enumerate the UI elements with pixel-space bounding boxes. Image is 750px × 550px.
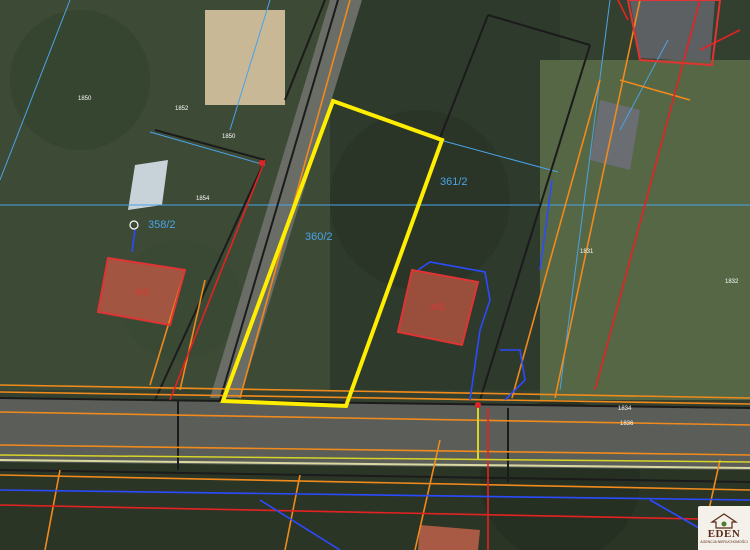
agency-logo: EDEN AGENCJA NIERUCHOMOŚCI xyxy=(698,506,750,550)
junction-icon xyxy=(475,402,481,408)
map-view[interactable]: 360/2 361/2 358/2 m1 m2 1850 1852 1850 1… xyxy=(0,0,750,550)
parcel-label-main: 360/2 xyxy=(305,231,333,243)
house-icon xyxy=(710,512,738,529)
lot-number: 1832 xyxy=(725,279,739,285)
lot-number: 1850 xyxy=(222,134,236,140)
map-canvas: 360/2 361/2 358/2 m1 m2 1850 1852 1850 1… xyxy=(0,0,750,550)
lot-number: 1850 xyxy=(78,96,92,102)
lot-number: 1834 xyxy=(618,406,632,412)
parcel-label-right: 361/2 xyxy=(440,176,468,188)
lot-number: 1854 xyxy=(196,196,210,202)
building-label-m2: m2 xyxy=(431,302,445,313)
logo-tagline: AGENCJA NIERUCHOMOŚCI xyxy=(700,539,748,544)
lot-number: 1836 xyxy=(620,421,634,427)
lot-number: 1831 xyxy=(580,249,594,255)
roof-top-right xyxy=(630,0,715,62)
pole-icon xyxy=(259,160,265,166)
lot-number: 1852 xyxy=(175,106,189,112)
parcel-label-left: 358/2 xyxy=(148,219,176,231)
building-label-m1: m1 xyxy=(135,287,149,298)
construction-site xyxy=(205,10,285,105)
logo-name: EDEN xyxy=(707,527,741,540)
